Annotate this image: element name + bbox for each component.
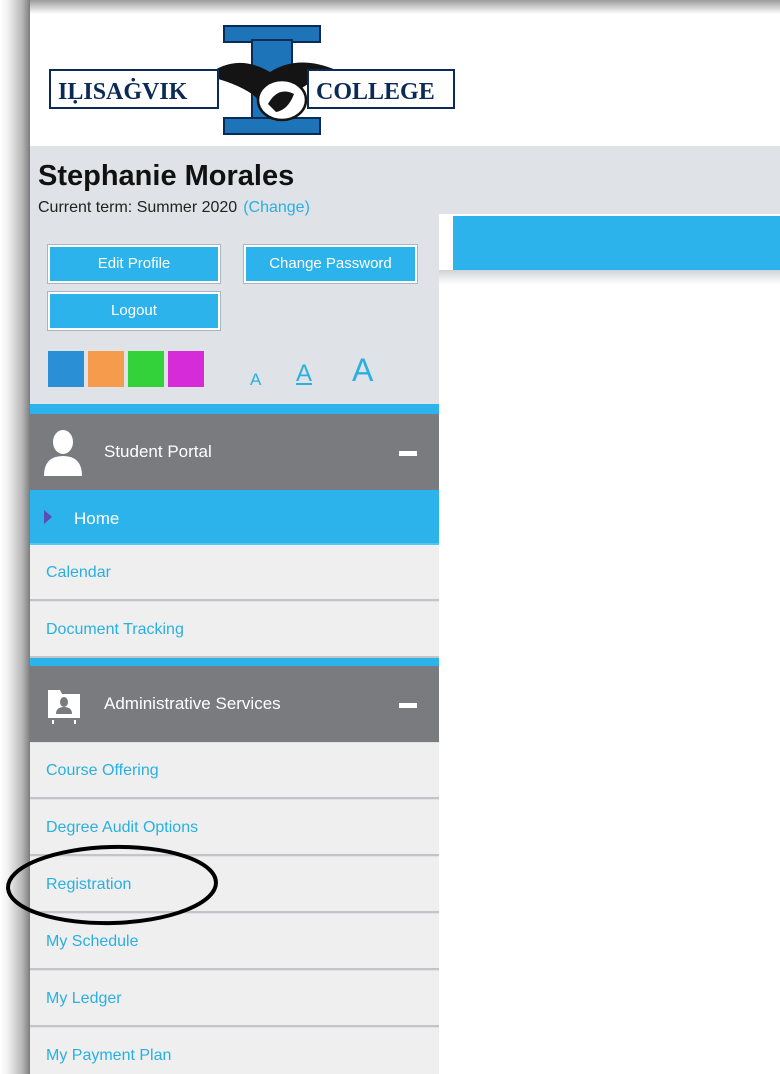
theme-swatch-orange[interactable]	[88, 351, 124, 387]
nav-item-calendar[interactable]: Calendar	[30, 545, 439, 601]
nav-item-label: Course Offering	[46, 762, 159, 779]
current-term: Current term: Summer 2020 (Change)	[38, 199, 310, 217]
window-shadow-top	[0, 0, 780, 14]
theme-swatch-magenta[interactable]	[168, 351, 204, 387]
nav-item-label: My Payment Plan	[46, 1047, 172, 1064]
content-header-area	[439, 146, 780, 214]
nav-item-label: Document Tracking	[46, 621, 184, 638]
theme-swatch-blue[interactable]	[48, 351, 84, 387]
collapse-minus-icon[interactable]	[399, 451, 417, 456]
nav-item-my-ledger[interactable]: My Ledger	[30, 971, 439, 1027]
profile-panel: Stephanie Morales Current term: Summer 2…	[30, 146, 439, 404]
content-title-bar-shadow	[439, 270, 780, 284]
font-size-large[interactable]: A	[352, 352, 373, 389]
active-caret-icon	[44, 510, 52, 524]
collapse-minus-icon[interactable]	[399, 703, 417, 708]
admin-services-icon	[48, 690, 80, 724]
header: IḶISAĠVIK COLLEGE	[30, 14, 780, 146]
section-title: Administrative Services	[104, 694, 281, 713]
nav-item-course-offering[interactable]: Course Offering	[30, 743, 439, 799]
logo-left-text: IḶISAĠVIK	[58, 79, 188, 105]
section-divider	[30, 404, 439, 414]
nav-item-label: My Schedule	[46, 933, 139, 950]
college-logo[interactable]: IḶISAĠVIK COLLEGE	[46, 24, 458, 136]
font-size-small[interactable]: A	[250, 370, 261, 390]
nav-item-document-tracking[interactable]: Document Tracking	[30, 602, 439, 658]
edit-profile-button[interactable]: Edit Profile	[48, 245, 220, 283]
logout-button[interactable]: Logout	[48, 292, 220, 330]
nav-item-home[interactable]: Home	[30, 490, 439, 546]
section-header-administrative-services[interactable]: Administrative Services	[30, 666, 439, 742]
change-password-button[interactable]: Change Password	[244, 245, 417, 283]
font-size-medium[interactable]: A	[296, 360, 312, 388]
person-icon	[44, 430, 82, 476]
theme-swatch-green[interactable]	[128, 351, 164, 387]
nav-item-label: My Ledger	[46, 990, 122, 1007]
change-term-link[interactable]: (Change)	[243, 199, 310, 216]
content-title-bar	[451, 214, 780, 270]
current-term-label: Current term: Summer 2020	[38, 199, 238, 216]
section-title: Student Portal	[104, 442, 212, 461]
annotation-circle	[6, 844, 218, 926]
nav-item-my-payment-plan[interactable]: My Payment Plan	[30, 1028, 439, 1074]
user-name: Stephanie Morales	[38, 160, 295, 192]
section-header-student-portal[interactable]: Student Portal	[30, 414, 439, 490]
nav-item-label: Home	[74, 509, 120, 528]
sidebar: Stephanie Morales Current term: Summer 2…	[30, 146, 439, 1074]
nav-item-label: Degree Audit Options	[46, 819, 199, 836]
nav-item-label: Calendar	[46, 564, 111, 581]
logo-right-text: COLLEGE	[316, 79, 435, 105]
